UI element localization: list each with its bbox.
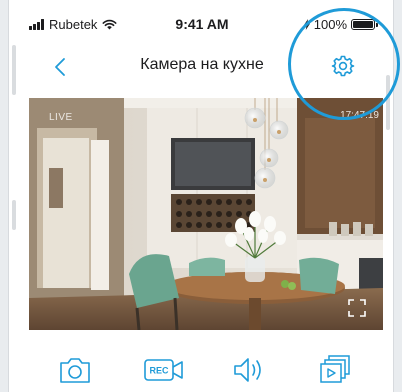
status-left: Rubetek — [29, 17, 117, 32]
camera-toolbar: REC — [9, 348, 395, 392]
speaker-icon — [234, 358, 261, 382]
phone-frame: Rubetek 9:41 AM 100% Камера на кухне LIV… — [8, 0, 394, 392]
status-bar: Rubetek 9:41 AM 100% — [9, 0, 395, 34]
fullscreen-button[interactable] — [347, 298, 367, 318]
sound-button[interactable] — [227, 348, 271, 392]
back-button[interactable] — [49, 55, 73, 79]
record-label: REC — [149, 366, 169, 376]
gear-icon — [331, 55, 355, 77]
snapshot-button[interactable] — [53, 348, 97, 392]
video-record-icon: REC — [144, 359, 183, 381]
battery-level — [353, 21, 373, 28]
record-button[interactable]: REC — [142, 348, 186, 392]
battery-icon — [351, 19, 378, 30]
signal-icon — [29, 19, 44, 30]
chevron-left-icon — [55, 58, 65, 76]
side-button-left-bottom — [12, 200, 16, 230]
fullscreen-icon — [348, 299, 366, 317]
camera-feed[interactable]: LIVE 17:47:19 — [29, 98, 383, 330]
camera-icon — [60, 358, 90, 383]
charging-bolt-icon — [303, 19, 310, 30]
status-right: 100% — [303, 17, 378, 32]
camera-timestamp: 17:47:19 — [340, 110, 379, 121]
archive-icon — [320, 355, 350, 383]
navigation-bar: Камера на кухне — [9, 44, 395, 88]
carrier-name: Rubetek — [49, 17, 98, 32]
wifi-icon — [102, 19, 117, 30]
kitchen-image — [29, 98, 383, 330]
archive-button[interactable] — [313, 348, 357, 392]
live-badge: LIVE — [49, 112, 73, 123]
battery-percent: 100% — [313, 17, 347, 32]
settings-button[interactable] — [329, 52, 357, 80]
